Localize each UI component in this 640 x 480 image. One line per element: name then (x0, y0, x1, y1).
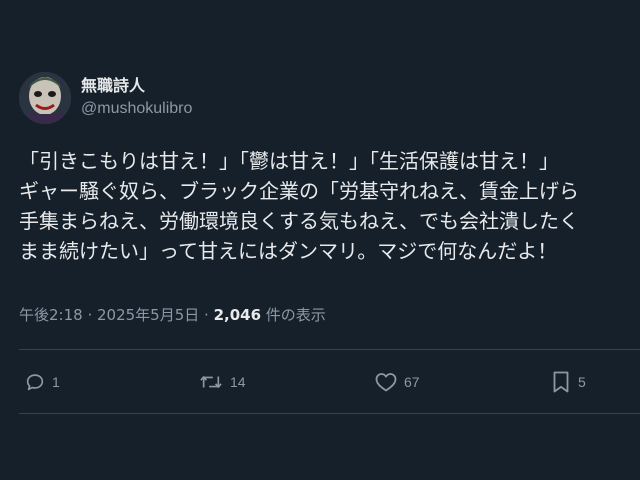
bookmark-button[interactable]: 5 (550, 366, 586, 398)
tweet-text-line: 手集まらねえ、労働環境良くする気もねえ、でも会社潰したく (19, 209, 579, 233)
display-name[interactable]: 無職詩人 (81, 76, 192, 96)
tweet-text-line: ギャー騒ぐ奴ら、ブラック企業の「労基守れねえ、賃金上げら (19, 179, 579, 203)
bookmark-icon (553, 371, 569, 393)
like-count: 67 (404, 374, 420, 390)
divider (19, 413, 640, 414)
tweet-text: 「引きこもりは甘え！」「鬱は甘え！」「生活保護は甘え！」 ギャー騒ぐ奴ら、ブラッ… (19, 146, 640, 266)
retweet-count: 14 (230, 374, 246, 390)
reply-button[interactable]: 1 (24, 366, 60, 398)
divider (19, 349, 640, 350)
author-names: 無職詩人 @mushokulibro (81, 76, 192, 120)
tweet-author: 無職詩人 @mushokulibro (19, 72, 192, 124)
views-label: 件の表示 (261, 306, 326, 324)
bookmark-count: 5 (578, 374, 586, 390)
reply-count: 1 (52, 374, 60, 390)
views-count: 2,046 (213, 306, 262, 324)
retweet-icon (200, 376, 222, 388)
retweet-button[interactable]: 14 (198, 366, 246, 398)
tweet-timestamp[interactable]: 午後2:18 · 2025年5月5日 · (19, 306, 214, 324)
tweet-text-line: まま続けたい」って甘えにはダンマリ。マジで何なんだよ！ (19, 239, 558, 263)
reply-icon (26, 374, 44, 391)
user-handle[interactable]: @mushokulibro (81, 98, 192, 120)
avatar[interactable] (19, 72, 71, 124)
tweet-page: 無職詩人 @mushokulibro 「引きこもりは甘え！」「鬱は甘え！」「生活… (0, 0, 640, 480)
like-button[interactable]: 67 (374, 366, 420, 398)
tweet-meta: 午後2:18 · 2025年5月5日 · 2,046 件の表示 (19, 304, 326, 326)
heart-icon (375, 373, 397, 392)
action-bar: 1 14 67 5 (0, 366, 640, 398)
tweet-text-line: 「引きこもりは甘え！」「鬱は甘え！」「生活保護は甘え！」 (19, 149, 559, 173)
avatar-image (19, 72, 71, 124)
